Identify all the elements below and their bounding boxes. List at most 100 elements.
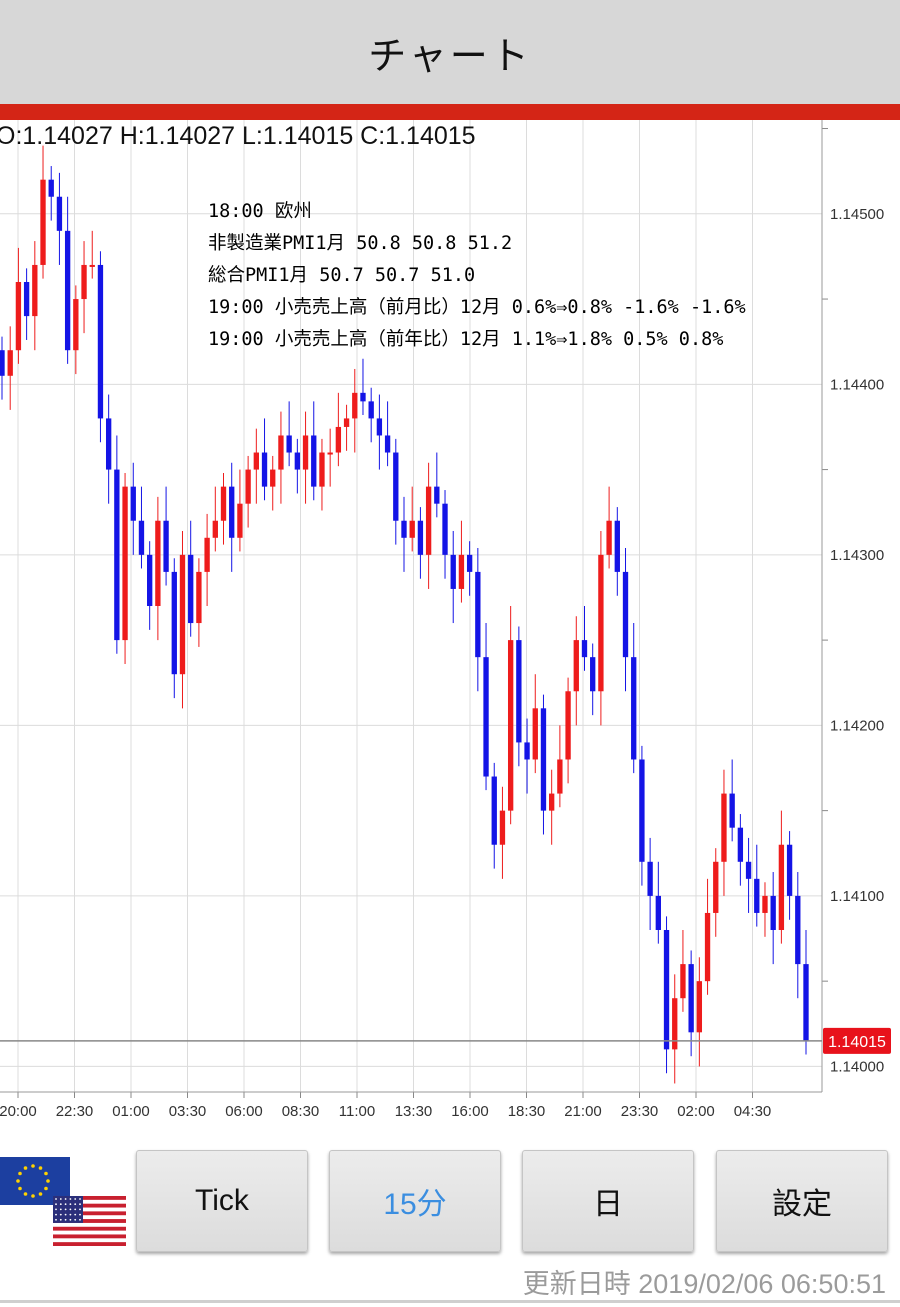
candle-body-up (155, 520, 161, 606)
x-tick-label: 03:30 (169, 1103, 207, 1120)
bottom-divider (0, 1300, 900, 1303)
candle-body-up (713, 861, 719, 913)
candle-body-up (704, 912, 711, 982)
candle-body-down (171, 571, 177, 675)
candle-body-up (565, 691, 571, 760)
y-tick-label: 1.14100 (830, 888, 884, 905)
candle-body-down (23, 282, 30, 317)
candle-body-down (516, 640, 522, 743)
settings-button[interactable]: 設定 (716, 1150, 888, 1252)
y-tick-label: 1.14400 (830, 376, 884, 393)
page-title: チャート (368, 33, 532, 78)
us-star (64, 1213, 67, 1216)
app-header: チャート (0, 0, 900, 104)
candle-body-up (327, 452, 333, 455)
candle-body-down (450, 554, 456, 589)
candle-body-up (352, 392, 358, 419)
candle-body-up (270, 469, 276, 487)
us-star (55, 1208, 57, 1211)
x-tick-label: 06:00 (225, 1103, 263, 1120)
us-star (55, 1218, 57, 1221)
candle-body-down (540, 708, 547, 811)
candle-body-up (179, 554, 186, 675)
x-tick-label: 18:30 (508, 1103, 546, 1120)
us-star (79, 1198, 81, 1200)
candle-body-down (48, 179, 54, 197)
candle-body-down (631, 657, 637, 760)
candle-body-up (721, 793, 727, 862)
eu-star (46, 1179, 50, 1183)
event-line: 18:00 欧州 (208, 201, 312, 222)
15min-button[interactable]: 15分 (329, 1150, 501, 1252)
economic-events-overlay: 18:00 欧州 非製造業PMI1月 50.8 50.8 51.2 総合PMI1… (208, 196, 746, 356)
us-star (59, 1218, 62, 1221)
candle-body-down (229, 486, 235, 538)
candle-body-up (302, 435, 309, 470)
last-updated: 更新日時 2019/02/06 06:50:51 (523, 1262, 886, 1301)
candle-body-up (32, 264, 38, 317)
x-tick-label: 21:00 (564, 1103, 602, 1120)
candle-body-up (425, 486, 432, 555)
candle-body-down (803, 964, 809, 1041)
candle-body-down (147, 554, 153, 606)
eu-star (31, 1194, 35, 1198)
candle-body-down (130, 486, 136, 521)
candle-body-down (376, 418, 383, 436)
candle-body-up (672, 998, 678, 1050)
us-canton (53, 1196, 83, 1223)
eu-star (44, 1186, 48, 1191)
candle-body-up (245, 469, 251, 504)
candle-body-down (442, 503, 448, 555)
candle-body-down (491, 776, 497, 845)
current-price-label: 1.14015 (828, 1034, 886, 1051)
candle-body-down (581, 640, 588, 658)
us-star (69, 1198, 72, 1200)
y-tick-label: 1.14000 (830, 1058, 884, 1075)
candle-body-up (762, 895, 768, 913)
candle-body-down (368, 401, 374, 419)
event-line: 非製造業PMI1月 50.8 50.8 51.2 (208, 233, 513, 254)
candle-body-up (549, 793, 555, 811)
candle-body-down (737, 827, 744, 862)
candle-body-down (647, 861, 653, 896)
candle-body-up (680, 964, 686, 999)
us-star (55, 1203, 57, 1206)
eu-star (44, 1171, 48, 1176)
tick-button[interactable]: Tick (136, 1150, 308, 1252)
eu-star (38, 1166, 43, 1170)
candle-body-up (40, 179, 46, 265)
accent-bar (0, 104, 900, 120)
us-star (74, 1198, 77, 1200)
x-tick-label: 23:30 (621, 1103, 659, 1120)
us-star (69, 1208, 72, 1211)
candle-body-up (15, 282, 22, 351)
candle-body-down (475, 571, 481, 658)
candle-body-down (622, 571, 629, 658)
candle-body-down (795, 895, 801, 965)
candle-body-up (319, 452, 325, 487)
candle-body-up (122, 486, 128, 641)
candle-body-down (466, 554, 473, 572)
candle-body-down (286, 435, 292, 453)
ohlc-readout: O:1.14027 H:1.14027 L:1.14015 C:1.14015 (0, 122, 476, 150)
candle-body-down (56, 196, 63, 231)
daily-button[interactable]: 日 (522, 1150, 694, 1252)
us-star (69, 1218, 72, 1221)
candle-body-up (204, 537, 210, 572)
candle-body-up (196, 571, 202, 624)
us-star (79, 1208, 81, 1211)
us-flag-icon[interactable] (53, 1196, 126, 1246)
eu-star (16, 1179, 20, 1183)
us-star (79, 1203, 81, 1206)
us-stripe (53, 1234, 126, 1239)
x-tick-label: 22:30 (56, 1103, 94, 1120)
y-tick-label: 1.14500 (830, 206, 884, 223)
candle-body-down (745, 861, 752, 879)
eu-star (23, 1192, 28, 1196)
us-star (79, 1213, 81, 1216)
us-stripe (53, 1226, 126, 1231)
us-star (69, 1203, 72, 1206)
event-line: 19:00 小売売上高（前年比）12月 1.1%⇒1.8% 0.5% 0.8% (208, 329, 724, 350)
us-star (55, 1213, 57, 1216)
candle-body-up (532, 708, 538, 760)
